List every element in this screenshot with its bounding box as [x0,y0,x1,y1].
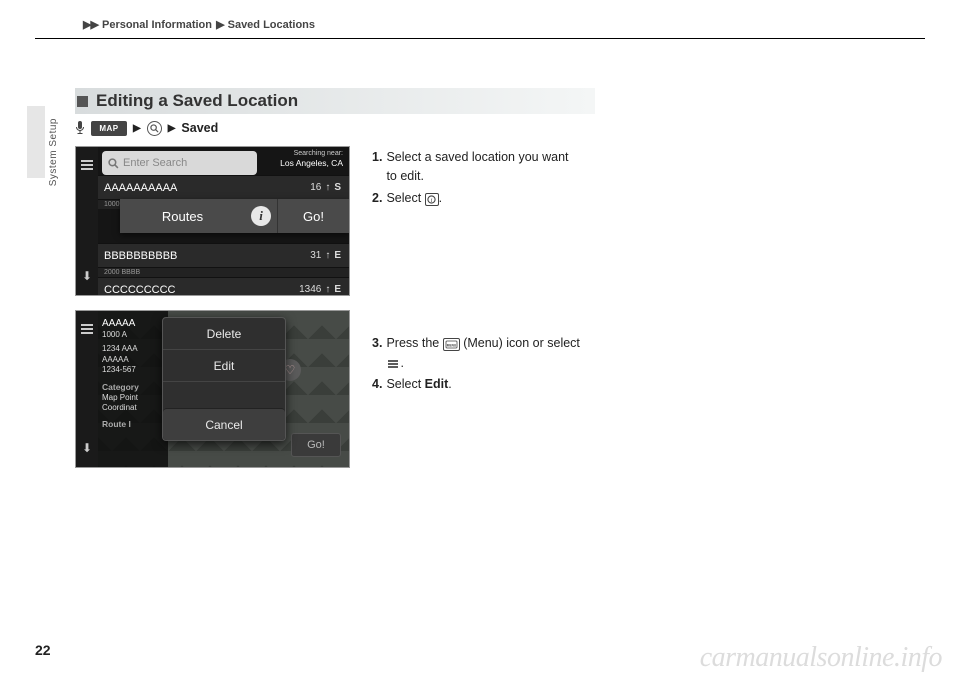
item-meta: 1346↑E [299,284,341,295]
context-popup: Delete Edit Cancel [162,317,286,441]
watermark: carmanualsonline.info [700,642,942,674]
info-panel: AAAAA 1000 A 1234 AAA AAAAA 1234-567 Cat… [98,311,168,467]
step-number: 4. [372,375,382,394]
item-subtext: 2000 BBBB [98,267,349,277]
info-cat2: Coordinat [102,403,164,413]
near-city: Los Angeles, CA [261,158,343,168]
screenshot-top-row: Enter Search Searching near: Los Angeles… [98,147,349,175]
item-name: AAAAAAAAAA [104,182,177,194]
hamburger-icon [80,323,94,335]
screenshot-main: Enter Search Searching near: Los Angeles… [98,147,349,295]
voice-icon [75,120,85,136]
header-rule [35,38,925,39]
step-1: 1. Select a saved location you want to e… [372,148,602,187]
menu-button-icon: MENU [443,338,460,351]
screenshot-side-rail: ⬇ [76,311,98,467]
breadcrumb-part1: Personal Information [102,19,212,31]
item-name: CCCCCCCCC [104,284,176,296]
info-icon: i [251,206,271,226]
step-2: 2. Select i. [372,189,602,208]
map-button-icon: MAP [91,121,127,136]
two-column-layout: ⬇ Enter Search Searching near: Los Angel… [75,146,900,482]
step-3: 3. Press the MENU (Menu) icon or select … [372,334,602,373]
arrow-icon-2: ▶ [168,123,176,134]
search-icon [108,158,119,169]
info-title: AAAAA [102,317,164,330]
info-addr2: 1234 AAA [102,344,164,354]
side-tab [27,106,45,178]
go-button[interactable]: Go! [291,433,341,457]
list-item[interactable]: AAAAAAAAAA 16↑S [98,175,349,199]
hamburger-icon [80,159,94,171]
path-saved: Saved [181,121,218,135]
info-addr1: 1000 A [102,330,164,340]
side-label: System Setup [48,118,59,186]
scroll-down-icon: ⬇ [82,441,92,455]
item-meta: 31↑E [310,250,341,261]
path-row: MAP ▶ ▶ Saved [75,120,900,136]
section-title-text: Editing a Saved Location [96,91,298,111]
screenshots-column: ⬇ Enter Search Searching near: Los Angel… [75,146,350,482]
info-category-label: Category [102,382,164,393]
near-label: Searching near: [261,150,343,158]
arrow-icon-1: ▶ [133,123,141,134]
section-title: Editing a Saved Location [75,88,595,114]
screenshot-1: ⬇ Enter Search Searching near: Los Angel… [75,146,350,296]
step-number: 2. [372,189,382,208]
info-button[interactable]: i [245,206,277,226]
list-item[interactable]: BBBBBBBBBB 31↑E [98,243,349,267]
step-number: 3. [372,334,382,373]
info-route-label: Route I [102,419,164,430]
selected-item-callout: Routes i Go! [120,199,349,233]
searching-near: Searching near: Los Angeles, CA [261,147,349,175]
steps-block-2: 3. Press the MENU (Menu) icon or select … [372,334,602,394]
search-input[interactable]: Enter Search [102,151,257,175]
popup-delete[interactable]: Delete [163,318,285,350]
breadcrumb: ▶▶ Personal Information ▶ Saved Location… [82,18,315,31]
screenshot-side-rail: ⬇ [76,147,98,295]
content: Editing a Saved Location MAP ▶ ▶ Saved ⬇ [75,88,900,482]
page-number: 22 [35,642,51,658]
info-addr3: AAAAA [102,355,164,365]
search-icon [147,121,162,136]
svg-text:MENU: MENU [447,344,457,348]
svg-text:i: i [431,197,433,204]
go-button[interactable]: Go! [277,199,349,233]
info-icon: i [425,193,439,206]
step-text: Select i. [386,189,602,208]
steps-column: 1. Select a saved location you want to e… [372,146,602,482]
breadcrumb-sep: ▶ [216,19,223,31]
step-number: 1. [372,148,382,187]
list-item[interactable]: CCCCCCCCC 1346↑E [98,277,349,296]
breadcrumb-part2: Saved Locations [228,19,315,31]
step-4: 4. Select Edit. [372,375,602,394]
popup-cancel[interactable]: Cancel [163,408,285,440]
screenshot-2: ⬇ ♡ AAAAA 1000 A 1234 AAA AAAAA 1234-567… [75,310,350,468]
item-meta: 16↑S [310,182,341,193]
info-cat1: Map Point [102,393,164,403]
step-text: Select Edit. [386,375,602,394]
popup-edit[interactable]: Edit [163,350,285,382]
search-placeholder: Enter Search [123,157,187,169]
item-name: BBBBBBBBBB [104,250,177,262]
section-square-icon [77,96,88,107]
step-text: Select a saved location you want to edit… [386,148,602,187]
scroll-down-icon: ⬇ [82,269,92,283]
info-phone: 1234-567 [102,365,164,375]
routes-button[interactable]: Routes [120,209,245,224]
breadcrumb-arrows: ▶▶ [83,19,98,31]
page: ▶▶ Personal Information ▶ Saved Location… [0,0,960,678]
step-text: Press the MENU (Menu) icon or select . [386,334,602,373]
hamburger-icon [386,358,400,370]
